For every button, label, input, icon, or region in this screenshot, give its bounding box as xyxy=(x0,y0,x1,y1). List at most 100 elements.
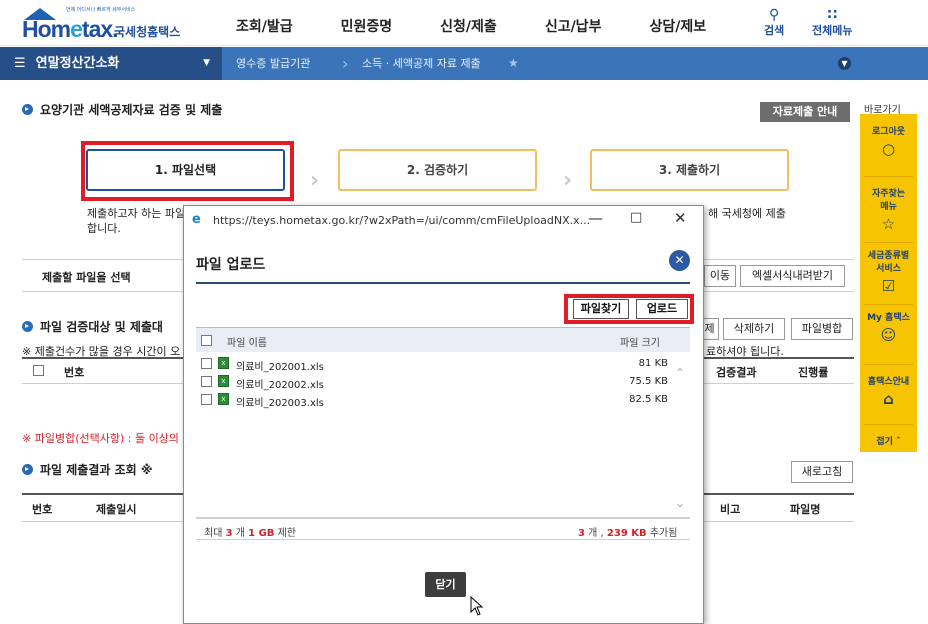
top-header: 언제 어디서나 빠르게 세무서비스 Hometax. 국세청홈택스 조회/발급 … xyxy=(0,0,928,46)
mouse-cursor-icon xyxy=(470,596,484,616)
bullet-icon xyxy=(22,321,33,332)
excel-file-icon: x xyxy=(218,357,229,369)
quick-item-guide[interactable]: 홈택스안내 ⌂ xyxy=(860,374,917,407)
step-verify: 2. 검증하기 xyxy=(338,149,537,191)
select-all-checkbox[interactable] xyxy=(33,365,44,376)
select-all-files-checkbox[interactable] xyxy=(201,335,212,346)
search-button[interactable]: ⚲ 검색 xyxy=(764,8,784,38)
quick-menu-fold[interactable]: 접기 ˆ xyxy=(860,434,917,447)
file-name: 의료비_202002.xls xyxy=(236,380,324,391)
file-row[interactable]: x 의료비_202002.xls 75.5 KB xyxy=(196,374,690,391)
column-header: 번호 xyxy=(64,366,85,379)
quick-item-label: 세금종류별 서비스 xyxy=(867,251,910,274)
nav-item-certificate[interactable]: 민원증명 xyxy=(341,16,393,36)
excel-file-icon: x xyxy=(218,393,229,405)
divider xyxy=(864,176,913,177)
section-title: 파일 검증대상 및 제출대 xyxy=(22,318,163,335)
close-icon[interactable]: ✕ xyxy=(669,250,690,271)
move-button[interactable]: 이동 xyxy=(704,265,736,287)
global-nav: 조회/발급 민원증명 신청/제출 신고/납부 상담/제보 xyxy=(236,16,754,36)
file-row[interactable]: x 의료비_202003.xls 82.5 KB xyxy=(196,392,690,409)
column-header: 비고 xyxy=(720,503,741,516)
section-title-text: 요양기관 세액공제자료 검증 및 제출 xyxy=(40,103,223,117)
chevron-up-icon: ˆ xyxy=(896,437,901,447)
scroll-down-icon[interactable]: ⌄ xyxy=(675,496,685,510)
column-header: 번호 xyxy=(32,503,53,516)
nav-item-report[interactable]: 신고/납부 xyxy=(545,16,602,36)
summary-value: 239 KB xyxy=(606,528,647,539)
column-header: 진행률 xyxy=(798,366,829,379)
file-size: 75.5 KB xyxy=(629,376,668,387)
nav-item-inquiry[interactable]: 조회/발급 xyxy=(236,16,293,36)
limit-summary: 최대 3 개 1 GB 제한 xyxy=(204,524,296,539)
current-menu-label: 연말정산간소화 xyxy=(35,56,120,71)
menu-dropdown[interactable]: ☰ 연말정산간소화 ▼ xyxy=(0,47,222,80)
chevron-right-icon: › xyxy=(310,168,320,193)
merge-button[interactable]: 파일병합 xyxy=(791,318,853,340)
quick-item-tax-services[interactable]: 세금종류별 서비스 ☑ xyxy=(860,248,917,294)
popup-title: 파일 업로드 xyxy=(196,257,266,273)
upload-button[interactable]: 업로드 xyxy=(636,299,688,319)
close-window-icon[interactable]: ✕ xyxy=(674,209,687,227)
quick-item-favorites[interactable]: 자주찾는 메뉴 ☆ xyxy=(860,186,917,232)
column-header: 검증결과 xyxy=(716,366,757,379)
internet-explorer-icon: e xyxy=(192,212,201,227)
nav-item-consult[interactable]: 상담/제보 xyxy=(649,16,706,36)
column-header: 제출일시 xyxy=(96,503,137,516)
divider xyxy=(864,424,913,425)
divider xyxy=(864,242,913,243)
all-menu-label: 전체메뉴 xyxy=(812,24,853,37)
scroll-up-icon[interactable]: ⌃ xyxy=(675,366,685,380)
screen: 언제 어디서나 빠르게 세무서비스 Hometax. 국세청홈택스 조회/발급 … xyxy=(0,0,928,624)
find-file-button[interactable]: 파일찾기 xyxy=(573,299,629,319)
refresh-button[interactable]: 새로고침 xyxy=(791,461,853,483)
file-list: 파일 이름 파일 크기 x 의료비_202001.xls 81 KB x 의료비… xyxy=(196,327,690,519)
hometax-logo[interactable]: 언제 어디서나 빠르게 세무서비스 Hometax. 국세청홈택스 xyxy=(22,6,182,42)
added-summary: 3 개 , 239 KB 추가됨 xyxy=(578,524,677,539)
file-checkbox[interactable] xyxy=(201,358,212,369)
chevron-right-icon: › xyxy=(342,54,349,73)
home-icon: ⌂ xyxy=(883,390,894,408)
logo-brand-part: tax. xyxy=(81,16,119,42)
file-row[interactable]: x 의료비_202001.xls 81 KB xyxy=(196,356,690,373)
file-size: 82.5 KB xyxy=(629,394,668,405)
quick-item-label: My 홈택스 xyxy=(867,313,910,323)
section-mark: ※ xyxy=(140,463,153,477)
file-checkbox[interactable] xyxy=(201,394,212,405)
chevron-right-icon: › xyxy=(563,168,573,193)
star-icon[interactable]: ★ xyxy=(508,47,519,80)
delete-button[interactable]: 삭제하기 xyxy=(723,318,785,340)
divider xyxy=(196,282,690,284)
maximize-icon[interactable]: □ xyxy=(630,210,642,225)
divider xyxy=(196,539,690,540)
summary-value: 3 xyxy=(225,528,233,539)
file-upload-popup: e https://teys.hometax.go.kr/?w2xPath=/u… xyxy=(183,205,704,624)
column-header: 파일 이름 xyxy=(227,338,267,349)
quick-item-logout[interactable]: 로그아웃 ○ xyxy=(860,124,917,157)
lock-icon: ○ xyxy=(881,140,896,158)
nav-item-apply[interactable]: 신청/제출 xyxy=(440,16,497,36)
excel-download-button[interactable]: 엑셀서식내려받기 xyxy=(740,265,845,287)
logo-brand-part: e xyxy=(70,16,83,42)
quick-item-label: 로그아웃 xyxy=(871,127,906,137)
hamburger-icon: ☰ xyxy=(14,56,26,71)
file-list-header: 파일 이름 파일 크기 xyxy=(196,328,690,352)
quick-item-my-hometax[interactable]: My 홈택스 ☺ xyxy=(860,310,917,343)
minimize-icon[interactable]: — xyxy=(588,209,603,227)
file-name: 의료비_202001.xls xyxy=(236,362,324,373)
guide-button[interactable]: 자료제출 안내 xyxy=(760,102,850,122)
file-name: 의료비_202003.xls xyxy=(236,398,324,409)
chevron-down-icon[interactable]: ▼ xyxy=(838,57,851,70)
all-menu-button[interactable]: ∷ 전체메뉴 xyxy=(812,8,852,38)
file-checkbox[interactable] xyxy=(201,376,212,387)
bullet-icon xyxy=(22,464,33,475)
summary-value: 1 GB xyxy=(248,528,275,539)
breadcrumb-item[interactable]: 소득 · 세액공제 자료 제출 xyxy=(362,47,481,80)
logo-korean: 국세청홈택스 xyxy=(114,25,181,39)
breadcrumb-bar: ☰ 연말정산간소화 ▼ 영수증 발급기관 › 소득 · 세액공제 자료 제출 ★ … xyxy=(0,47,928,80)
merge-notice: ※ 파일병합(선택사항) : 둘 이상의 xyxy=(22,432,179,445)
close-button[interactable]: 닫기 xyxy=(425,572,466,597)
breadcrumb-item[interactable]: 영수증 발급기관 xyxy=(236,47,310,80)
section-title: 요양기관 세액공제자료 검증 및 제출 xyxy=(22,101,222,118)
search-icon: ⚲ xyxy=(768,7,780,23)
